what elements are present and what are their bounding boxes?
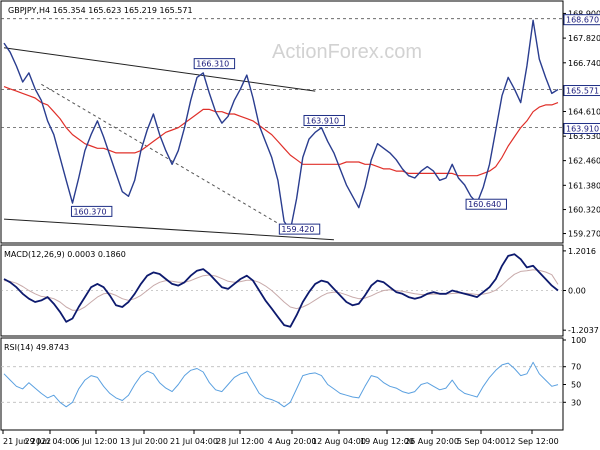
- price-panel-title: GBPJPY,H4 165.354 165.623 165.219 165.57…: [8, 6, 193, 15]
- price-swing-label-text: 160.640: [468, 200, 501, 209]
- x-tick-label: 13 Jul 20:00: [120, 437, 168, 446]
- price-ytick-label: 162.460: [568, 157, 600, 166]
- price-panel: GBPJPY,H4 165.354 165.623 165.219 165.57…: [0, 0, 600, 244]
- price-ytick-label: 164.610: [568, 107, 600, 116]
- price-ytick-label: 160.320: [568, 206, 600, 215]
- price-swing-label: 160.370: [70, 205, 113, 217]
- key-level-label-text: 165.571: [566, 87, 599, 96]
- x-tick-label: 6 Jul 12:00: [75, 437, 118, 446]
- rsi-ytick-label: 70: [571, 363, 581, 372]
- macd-ytick-label: 1.2016: [568, 247, 596, 256]
- x-tick-label: 12 Aug 04:00: [312, 437, 366, 446]
- rsi-content: 100 70 50 30: [1, 336, 586, 408]
- price-swing-label-text: 163.910: [306, 116, 339, 125]
- price-swing-label-text: 166.310: [196, 60, 229, 69]
- macd-panel-title: MACD(12,26,9) 0.0003 0.1860: [4, 250, 126, 259]
- x-tick-label: 5 Sep 04:00: [457, 437, 505, 446]
- key-level-label-text: 163.910: [566, 124, 599, 133]
- price-swing-label: 163.910: [303, 114, 345, 126]
- x-tick-label: 28 Jul 12:00: [216, 437, 264, 446]
- x-tick-label: 12 Sep 12:00: [505, 437, 558, 446]
- rsi-panel-title: RSI(14) 49.8743: [4, 343, 69, 352]
- x-axis: 21 Jun 202229 Jun 04:00 6 Jul 12:00 13 Jul…: [2, 430, 559, 446]
- macd-ytick-label: -1.2037: [568, 326, 599, 335]
- price-ytick-label: 167.820: [568, 34, 600, 43]
- price-swing-label-text: 159.420: [281, 225, 314, 234]
- rsi-line: [3, 361, 559, 408]
- macd-content: 1.2016 0.00 -1.2037: [1, 247, 599, 335]
- macd-signal-line: [3, 269, 559, 311]
- trend-line: [3, 47, 316, 92]
- x-tick-label: 4 Aug 20:00: [268, 437, 317, 446]
- price-ytick-label: 166.740: [568, 59, 600, 68]
- price-ytick-label: 161.380: [568, 181, 600, 190]
- price-swing-label: 159.420: [278, 223, 321, 235]
- price-swing-label: 166.310: [193, 58, 236, 70]
- macd-ytick-label: 0.00: [568, 287, 586, 296]
- watermark: ActionForex.com: [272, 41, 422, 63]
- moving-average-line: [3, 86, 559, 177]
- x-tick-label: 29 Jun 04:00: [25, 437, 76, 446]
- price-ytick-label: 159.270: [568, 230, 600, 239]
- rsi-panel: RSI(14) 49.8743 100 70 50 30: [0, 336, 586, 431]
- key-level-label: 168.670: [563, 14, 600, 26]
- rsi-ytick-label: 100: [571, 336, 586, 345]
- rsi-panel-frame: [0, 337, 564, 431]
- price-swing-label: 160.640: [465, 198, 507, 210]
- price-swing-label-text: 160.370: [73, 207, 106, 216]
- key-level-label: 163.910: [563, 122, 600, 134]
- rsi-ytick-label: 30: [571, 398, 581, 407]
- x-tick-label: 26 Aug 20:00: [405, 437, 459, 446]
- macd-panel: MACD(12,26,9) 0.0003 0.1860 1.2016 0.00 -1…: [0, 244, 599, 337]
- rsi-ytick-label: 50: [571, 381, 581, 390]
- chart-canvas: GBPJPY,H4 165.354 165.623 165.219 165.57…: [0, 0, 600, 446]
- key-level-label-text: 168.670: [566, 16, 599, 25]
- key-level-label: 165.571: [563, 85, 600, 97]
- x-tick-label: 21 Jul 04:00: [170, 437, 218, 446]
